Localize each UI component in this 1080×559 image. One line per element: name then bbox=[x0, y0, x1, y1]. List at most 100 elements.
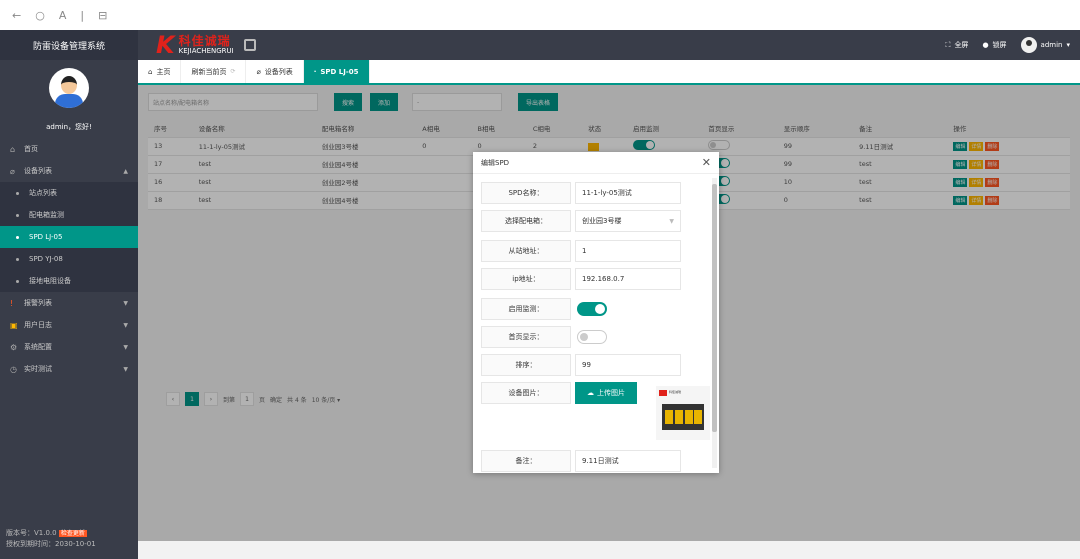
sort-order-field[interactable]: 99 bbox=[575, 354, 681, 376]
field-label: 选择配电箱： bbox=[481, 210, 571, 232]
tab-label: SPD LJ-05 bbox=[320, 67, 359, 76]
tab-devices[interactable]: ⌀ 设备列表 bbox=[246, 60, 304, 83]
sidebar-item-label: SPD LJ-05 bbox=[29, 233, 63, 241]
sidebar-item-label: 站点列表 bbox=[29, 189, 57, 197]
browser-toolbar: ← ○ A | ⊟ bbox=[0, 0, 1080, 30]
sidebar-item-sites[interactable]: 站点列表 bbox=[0, 182, 138, 204]
greeting: admin，您好! bbox=[46, 123, 92, 131]
user-name: admin bbox=[1040, 41, 1063, 49]
form-row-note: 备注： 9.11日测试 bbox=[481, 450, 711, 472]
tab-spd-lj05[interactable]: · SPD LJ-05 bbox=[303, 60, 370, 83]
spd-name-field[interactable]: 11-1-ly-05测试 bbox=[575, 182, 681, 204]
edit-spd-dialog: 编辑SPD ✕ SPD名称： 11-1-ly-05测试 选择配电箱： 创业园3号… bbox=[473, 152, 719, 473]
fullscreen-icon: ⛶ bbox=[945, 40, 951, 49]
sidebar-item-spd-yj08[interactable]: SPD YJ-08 bbox=[0, 248, 138, 270]
sidebar-item-label: 报警列表 bbox=[24, 299, 52, 307]
form-row-ip: ip地址： 192.168.0.7 bbox=[481, 268, 711, 290]
chevron-down-icon: ▼ bbox=[123, 343, 128, 351]
field-label: SPD名称： bbox=[481, 182, 571, 204]
sidebar-item-label: 设备列表 bbox=[24, 167, 52, 175]
chevron-up-icon: ▲ bbox=[123, 167, 128, 175]
tab-refresh[interactable]: 刷新当前页 ⟳ bbox=[181, 60, 247, 83]
dialog-scrollbar[interactable] bbox=[712, 178, 717, 468]
user-avatar bbox=[49, 68, 89, 108]
sidebar-item-spd-lj05[interactable]: SPD LJ-05 bbox=[0, 226, 138, 248]
form-row-slave: 从站地址： 1 bbox=[481, 240, 711, 262]
select-value: 创业园3号楼 bbox=[582, 217, 622, 225]
tab-home[interactable]: ⌂ 主页 bbox=[138, 60, 182, 83]
sidebar-item-config[interactable]: ⚙ 系统配置 ▼ bbox=[0, 336, 138, 358]
field-label: 首页显示： bbox=[481, 326, 571, 348]
sidebar-item-logs[interactable]: ▣ 用户日志 ▼ bbox=[0, 314, 138, 336]
chevron-down-icon: ▼ bbox=[123, 321, 128, 329]
home-icon: ⌂ bbox=[10, 144, 16, 154]
fullscreen-label: 全屏 bbox=[954, 41, 969, 49]
monitor-toggle[interactable] bbox=[577, 302, 607, 316]
dialog-header: 编辑SPD ✕ bbox=[473, 152, 719, 174]
cloud-upload-icon: ☁ bbox=[587, 389, 594, 397]
field-label: 设备图片： bbox=[481, 382, 571, 404]
sidebar-item-label: 用户日志 bbox=[24, 321, 52, 329]
sidebar-item-realtime[interactable]: ◷ 实时测试 ▼ bbox=[0, 358, 138, 380]
sidebar-item-devices[interactable]: ⌀ 设备列表 ▲ bbox=[0, 160, 138, 182]
user-menu[interactable]: admin ▾ bbox=[1020, 37, 1070, 53]
field-label: 启用监测： bbox=[481, 298, 571, 320]
lock-label: 锁屏 bbox=[992, 41, 1007, 49]
tab-label: 主页 bbox=[156, 67, 171, 76]
device-image-thumbnail[interactable]: 科佳诚瑞 bbox=[656, 386, 710, 440]
sidebar-item-label: 接地电阻设备 bbox=[29, 277, 71, 285]
form-row-name: SPD名称： 11-1-ly-05测试 bbox=[481, 182, 711, 204]
home-display-toggle[interactable] bbox=[577, 330, 607, 344]
chevron-down-icon: ▼ bbox=[123, 365, 128, 373]
brand-logo: K 科佳诚瑞 KEJIACHENGRUI bbox=[156, 33, 256, 57]
chevron-down-icon: ▼ bbox=[123, 299, 128, 307]
form-row-box: 选择配电箱： 创业园3号楼 ▼ bbox=[481, 210, 711, 232]
app-title: 防雷设备管理系统 bbox=[0, 30, 138, 60]
tab-bar: ⌂ 主页 刷新当前页 ⟳ ⌀ 设备列表 · SPD LJ-05 bbox=[138, 60, 1080, 85]
thumb-brand: 科佳诚瑞 bbox=[669, 390, 682, 394]
tabs-icon[interactable]: ⊟ bbox=[98, 9, 107, 22]
lock-icon: ● bbox=[982, 41, 989, 49]
tab-label: 设备列表 bbox=[264, 67, 293, 76]
form-row-monitor: 启用监测： bbox=[481, 298, 711, 320]
slave-address-field[interactable]: 1 bbox=[575, 240, 681, 262]
log-icon: ▣ bbox=[10, 320, 18, 330]
lock-button[interactable]: ● 锁屏 bbox=[982, 40, 1006, 50]
close-icon[interactable]: ✕ bbox=[702, 156, 711, 169]
sidebar-item-grounding[interactable]: 接地电阻设备 bbox=[0, 270, 138, 292]
fullscreen-button[interactable]: ⛶ 全屏 bbox=[946, 40, 969, 50]
logo-k-icon: K bbox=[156, 31, 175, 59]
reload-icon[interactable]: ○ bbox=[35, 9, 45, 22]
app-icon bbox=[243, 39, 256, 51]
ip-address-field[interactable]: 192.168.0.7 bbox=[575, 268, 681, 290]
sidebar-item-home[interactable]: ⌂ 首页 bbox=[0, 138, 138, 160]
check-update-button[interactable]: 检查更新 bbox=[58, 530, 87, 537]
home-icon: ⌂ bbox=[148, 67, 153, 76]
alert-icon: ! bbox=[10, 298, 14, 308]
dialog-body: SPD名称： 11-1-ly-05测试 选择配电箱： 创业园3号楼 ▼ 从站地址：… bbox=[473, 174, 719, 473]
version-label: 版本号：V1.0.0 bbox=[6, 529, 57, 537]
field-label: 备注： bbox=[481, 450, 571, 472]
chevron-down-icon: ▼ bbox=[669, 217, 674, 225]
sidebar-item-label: 系统配置 bbox=[24, 343, 52, 351]
sidebar-item-distribution[interactable]: 配电箱监测 bbox=[0, 204, 138, 226]
form-row-sort: 排序： 99 bbox=[481, 354, 711, 376]
field-label: 排序： bbox=[481, 354, 571, 376]
sidebar-item-label: 首页 bbox=[24, 145, 38, 153]
divider: | bbox=[80, 8, 85, 22]
sidebar-item-label: 配电箱监测 bbox=[29, 211, 64, 219]
chevron-down-icon: ▾ bbox=[1066, 41, 1070, 49]
form-row-home: 首页显示： bbox=[481, 326, 711, 348]
font-icon[interactable]: A bbox=[59, 9, 67, 22]
sidebar-item-alarms[interactable]: ! 报警列表 ▼ bbox=[0, 292, 138, 314]
device-icon: ⌀ bbox=[256, 67, 261, 76]
sidebar-item-label: 实时测试 bbox=[24, 365, 52, 373]
device-icon: ⌀ bbox=[10, 166, 15, 176]
distribution-box-select[interactable]: 创业园3号楼 ▼ bbox=[575, 210, 681, 232]
avatar bbox=[1020, 37, 1037, 53]
upload-image-button[interactable]: ☁ 上传图片 bbox=[575, 382, 637, 404]
app-header: 防雷设备管理系统 K 科佳诚瑞 KEJIACHENGRUI ⛶ 全屏 ● 锁屏 ad… bbox=[0, 30, 1080, 60]
note-field[interactable]: 9.11日测试 bbox=[575, 450, 681, 472]
back-icon[interactable]: ← bbox=[12, 9, 21, 22]
sidebar-menu: ⌂ 首页 ⌀ 设备列表 ▲ 站点列表 配电箱监测 SPD LJ-05 SPD YJ-0… bbox=[0, 138, 138, 380]
